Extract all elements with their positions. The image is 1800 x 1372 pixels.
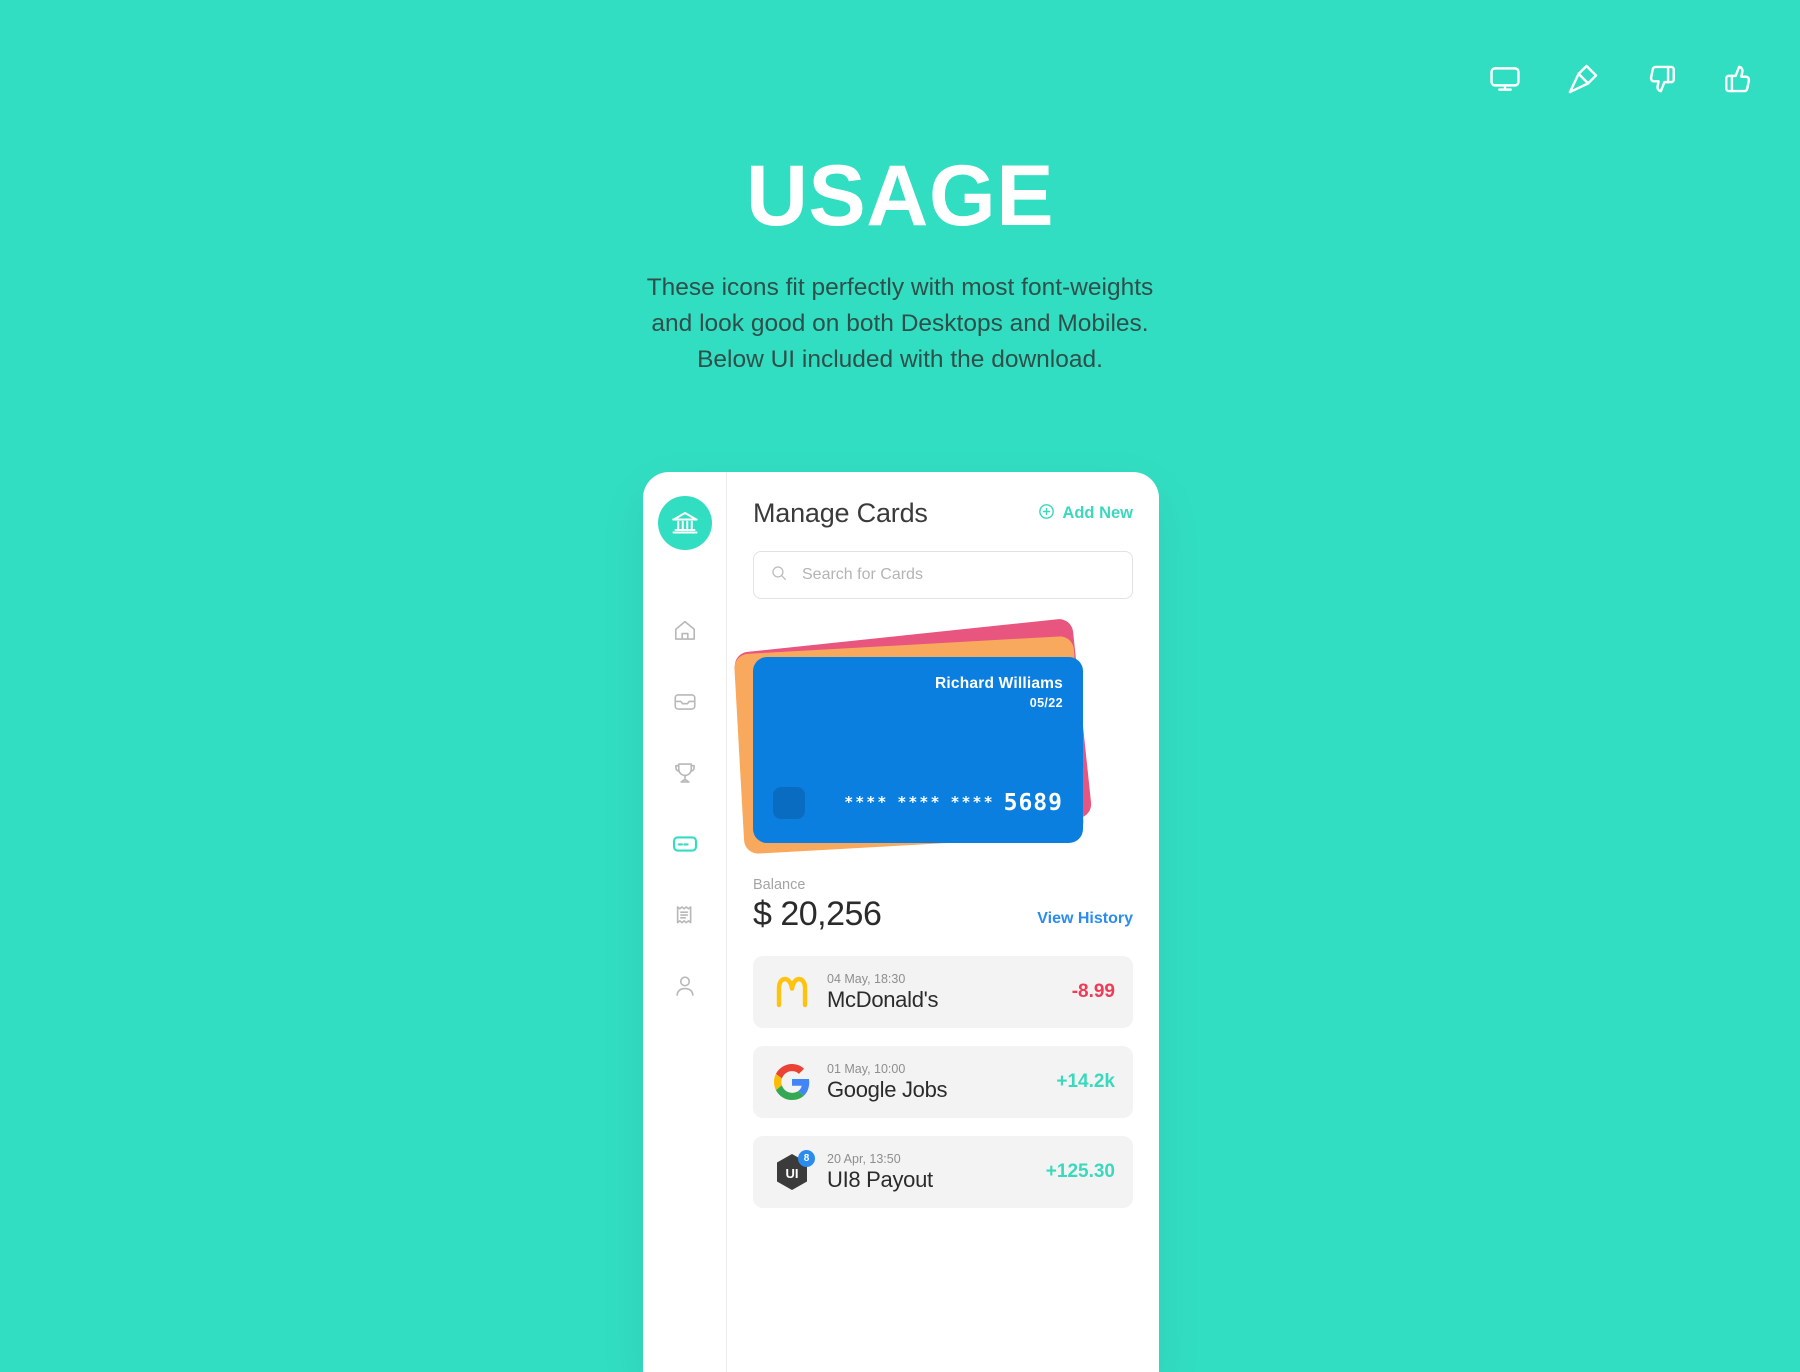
pin-icon[interactable] (1562, 58, 1604, 100)
card-stack: Richard Williams 05/22 **** **** **** 56… (733, 617, 1133, 863)
app-content: Manage Cards Add New Search for Cards Ri… (727, 472, 1159, 1372)
sidebar-item-profile[interactable] (659, 965, 711, 1007)
monitor-icon[interactable] (1484, 58, 1526, 100)
sidebar-item-receipts[interactable] (659, 894, 711, 936)
transaction-info: 20 Apr, 13:50 UI8 Payout (827, 1152, 1032, 1193)
transaction-date: 04 May, 18:30 (827, 971, 906, 986)
balance-row: Balance $ 20,256 View History (753, 877, 1133, 934)
sidebar-item-home[interactable] (659, 610, 711, 652)
top-icon-bar (1484, 58, 1760, 100)
ui8-badge: 8 (798, 1150, 815, 1167)
search-input[interactable] (800, 565, 1116, 585)
bank-icon[interactable] (657, 496, 712, 550)
svg-text:UI: UI (786, 1166, 799, 1181)
card-expiry: 05/22 (1029, 696, 1063, 710)
app-mockup-panel: Manage Cards Add New Search for Cards Ri… (643, 472, 1159, 1372)
balance-label: Balance (753, 877, 806, 893)
hero-section: USAGE These icons fit perfectly with mos… (0, 150, 1800, 378)
transaction-amount: -8.99 (1071, 981, 1115, 1002)
transaction-date: 20 Apr, 13:50 (827, 1151, 901, 1166)
sidebar-item-cards[interactable] (659, 823, 711, 865)
card-number: **** **** **** 5689 (844, 790, 1063, 816)
card-holder-name: Richard Williams (935, 675, 1063, 692)
thumbs-up-icon[interactable] (1718, 58, 1760, 100)
hero-subtitle-line-3: Below UI included with the download. (697, 346, 1103, 373)
card-mask-group-3: **** (950, 793, 995, 811)
transaction-info: 04 May, 18:30 McDonald's (827, 972, 1058, 1013)
transaction-name: UI8 Payout (827, 1166, 933, 1192)
content-header: Manage Cards Add New (753, 498, 1133, 529)
card-mask-group-2: **** (897, 793, 942, 811)
view-history-link[interactable]: View History (1037, 910, 1133, 934)
google-logo-icon (771, 1061, 813, 1103)
add-new-button[interactable]: Add New (1038, 503, 1133, 525)
mcdonalds-logo-icon (771, 971, 813, 1013)
transaction-name: Google Jobs (827, 1076, 948, 1102)
sidebar-item-rewards[interactable] (659, 752, 711, 794)
circle-plus-icon (1038, 503, 1055, 525)
balance-value: $ 20,256 (753, 895, 882, 933)
app-sidebar (643, 472, 727, 1372)
hero-subtitle-line-2: and look good on both Desktops and Mobil… (651, 310, 1149, 337)
transaction-row[interactable]: UI 8 20 Apr, 13:50 UI8 Payout +125.30 (753, 1136, 1133, 1208)
card-last-four: 5689 (1003, 790, 1063, 816)
transaction-row[interactable]: 04 May, 18:30 McDonald's -8.99 (753, 956, 1133, 1028)
page-title: USAGE (745, 148, 1055, 244)
transaction-date: 01 May, 10:00 (827, 1061, 906, 1076)
ui8-logo-icon: UI 8 (771, 1150, 815, 1193)
transaction-amount: +125.30 (1045, 1161, 1115, 1182)
transaction-info: 01 May, 10:00 Google Jobs (827, 1062, 1042, 1103)
transaction-row[interactable]: 01 May, 10:00 Google Jobs +14.2k (753, 1046, 1133, 1118)
sidebar-item-inbox[interactable] (659, 681, 711, 723)
credit-card-front[interactable]: Richard Williams 05/22 **** **** **** 56… (753, 657, 1083, 843)
manage-cards-title: Manage Cards (753, 498, 928, 528)
hero-subtitle-line-1: These icons fit perfectly with most font… (646, 274, 1154, 301)
transaction-name: McDonald's (827, 986, 939, 1012)
card-mask-group-1: **** (844, 793, 889, 811)
add-new-label: Add New (1062, 504, 1133, 522)
thumbs-down-icon[interactable] (1640, 58, 1682, 100)
card-chip-icon (773, 787, 805, 819)
card-bottom-row: **** **** **** 5689 (773, 787, 1063, 819)
search-icon (770, 564, 788, 587)
balance-block: Balance $ 20,256 (753, 877, 882, 934)
search-bar[interactable] (753, 551, 1133, 599)
hero-subtitle: These icons fit perfectly with most font… (590, 270, 1210, 378)
transaction-amount: +14.2k (1056, 1071, 1115, 1092)
